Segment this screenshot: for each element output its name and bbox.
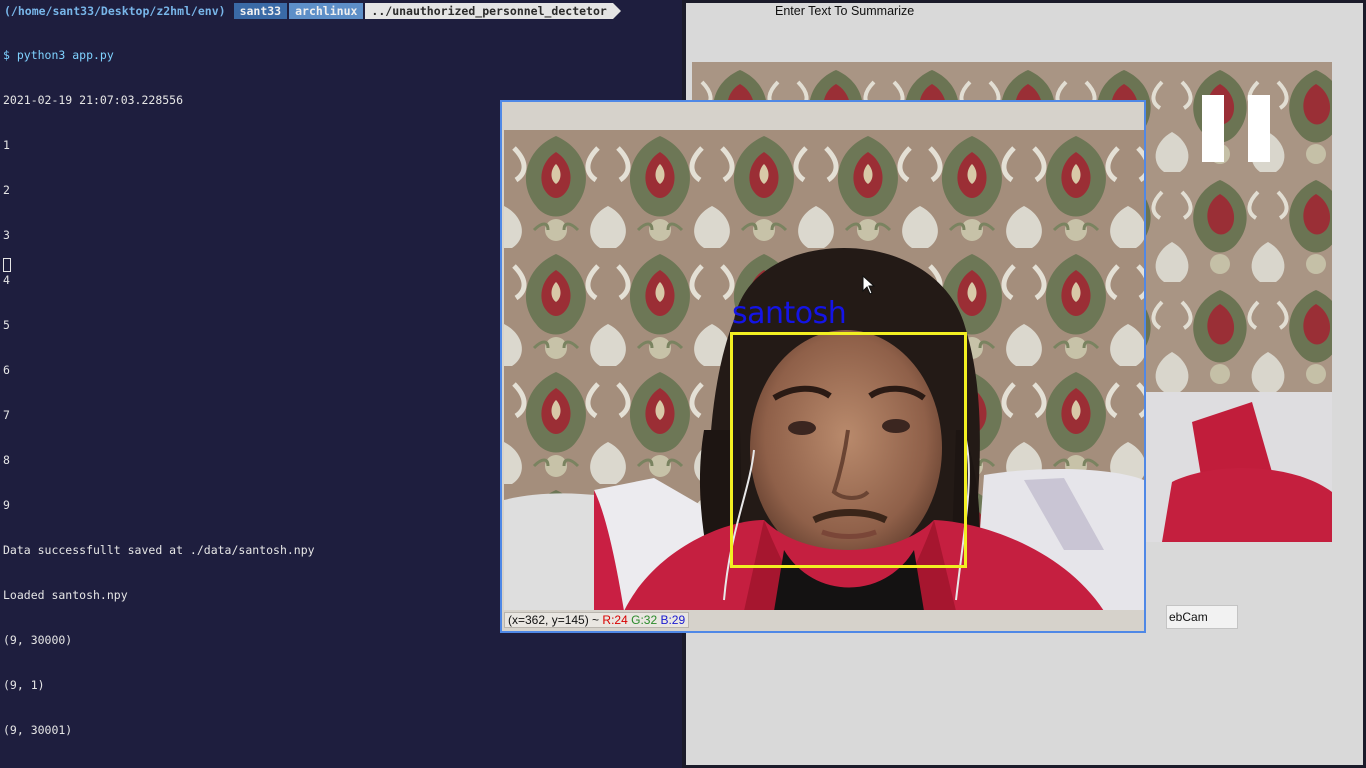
app-heading: Enter Text To Summarize bbox=[775, 4, 915, 18]
terminal-output-line: 1 bbox=[3, 138, 10, 152]
terminal-output-line: Loaded santosh.npy bbox=[3, 588, 128, 602]
webcam-frame[interactable]: santosh bbox=[504, 130, 1144, 611]
prompt-virtualenv-path: (/home/sant33/Desktop/z2hml/env) bbox=[0, 3, 232, 19]
pixel-readout: (x=362, y=145) ~ R:24 G:32 B:29 bbox=[504, 612, 690, 628]
webcam-capture-window[interactable]: santosh (x=362, y=145) ~ R:24 G:32 B:29 bbox=[500, 100, 1146, 633]
terminal-output-line: 4 bbox=[3, 273, 10, 287]
prompt-arrow-icon bbox=[612, 3, 621, 19]
webcam-button[interactable]: ebCam bbox=[1166, 605, 1238, 629]
prompt-user: sant33 bbox=[233, 3, 288, 19]
prompt-directory: ../unauthorized_personnel_dectetor bbox=[365, 3, 613, 19]
terminal-output-line: 7 bbox=[3, 408, 10, 422]
green-channel-value: G:32 bbox=[631, 613, 658, 627]
window-titlebar[interactable] bbox=[502, 102, 1144, 130]
terminal-command-line: $ python3 app.py bbox=[3, 48, 114, 62]
cursor-coordinates: (x=362, y=145) ~ bbox=[508, 613, 600, 627]
terminal-output: $ python3 app.py 2021-02-19 21:07:03.228… bbox=[3, 18, 315, 768]
terminal-output-line: 6 bbox=[3, 363, 10, 377]
recognized-face-label: santosh bbox=[732, 296, 847, 331]
prompt-host: archlinux bbox=[289, 3, 364, 19]
red-channel-value: R:24 bbox=[602, 613, 628, 627]
mouse-pointer-icon bbox=[862, 275, 876, 295]
prompt-bar: (/home/sant33/Desktop/z2hml/env) sant33 … bbox=[0, 3, 621, 19]
terminal-output-line: 9 bbox=[3, 498, 10, 512]
terminal-output-line: 2021-02-19 21:07:03.228556 bbox=[3, 93, 184, 107]
pause-icon-bar-left bbox=[1202, 95, 1224, 162]
terminal-output-line: 5 bbox=[3, 318, 10, 332]
pause-icon-bar-right bbox=[1248, 95, 1270, 162]
terminal-output-line: 3 bbox=[3, 228, 10, 242]
terminal-output-line: 2 bbox=[3, 183, 10, 197]
terminal-cursor bbox=[3, 258, 11, 272]
face-detection-box bbox=[730, 332, 967, 568]
terminal-output-line: Data successfullt saved at ./data/santos… bbox=[3, 543, 315, 557]
terminal-output-line: (9, 30001) bbox=[3, 723, 73, 737]
terminal-output-line: (9, 1) bbox=[3, 678, 45, 692]
terminal-output-line: 8 bbox=[3, 453, 10, 467]
blue-channel-value: B:29 bbox=[660, 613, 686, 627]
terminal-output-line: (9, 30000) bbox=[3, 633, 73, 647]
window-statusbar: (x=362, y=145) ~ R:24 G:32 B:29 bbox=[502, 610, 1144, 631]
